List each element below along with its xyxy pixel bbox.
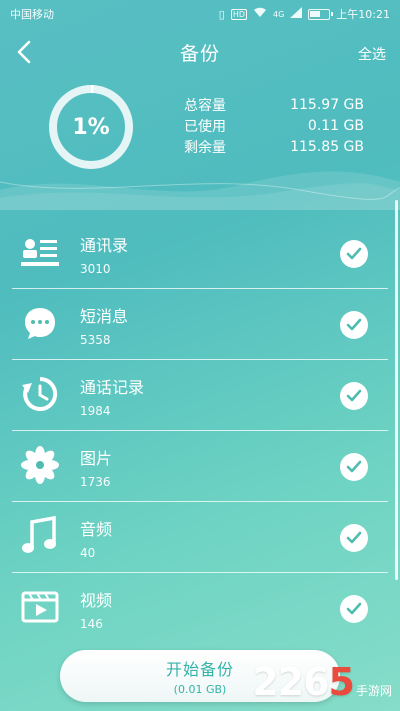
- checkbox-checked[interactable]: [340, 382, 368, 410]
- item-title: 通讯录: [80, 236, 129, 255]
- item-count: 40: [80, 546, 96, 560]
- network-type: 4G: [273, 9, 285, 19]
- music-icon: [20, 516, 60, 556]
- wifi-icon: [253, 7, 267, 21]
- check-icon: [346, 602, 362, 615]
- stat-free: 剩余量 115.85 GB: [184, 136, 364, 157]
- list-item-contacts[interactable]: 通讯录 3010: [12, 218, 388, 289]
- video-icon: [20, 587, 60, 627]
- status-indicators: ▯ HD 4G 上午10:21: [219, 6, 390, 22]
- usage-percent: 1%: [72, 114, 110, 140]
- check-icon: [346, 531, 362, 544]
- watermark-number-last: 5: [328, 660, 355, 704]
- stat-total: 总容量 115.97 GB: [184, 94, 364, 115]
- vibrate-icon: ▯: [218, 7, 225, 21]
- signal-icon: [290, 7, 303, 21]
- list-item-video[interactable]: 视频 146: [12, 573, 388, 644]
- picture-icon: [20, 445, 60, 485]
- item-count: 1736: [80, 475, 111, 489]
- page-title: 备份: [179, 42, 220, 65]
- stat-label: 剩余量: [184, 139, 226, 156]
- status-bar: 中国移动 ▯ HD 4G 上午10:21: [0, 0, 400, 28]
- battery-icon: [308, 8, 334, 20]
- stat-label: 总容量: [184, 97, 226, 114]
- message-icon: [20, 303, 60, 343]
- stat-value: 115.97 GB: [290, 96, 364, 113]
- check-icon: [346, 318, 362, 331]
- item-title: 通话记录: [80, 378, 145, 397]
- chevron-left-icon: [17, 40, 31, 64]
- checkbox-checked[interactable]: [340, 453, 368, 481]
- check-icon: [346, 247, 362, 260]
- storage-stats: 总容量 115.97 GB 已使用 0.11 GB 剩余量 115.85 GB: [184, 94, 364, 157]
- item-count: 3010: [80, 262, 111, 276]
- stat-used: 已使用 0.11 GB: [184, 115, 364, 136]
- item-title: 音频: [80, 520, 113, 539]
- stat-value: 0.11 GB: [307, 117, 364, 134]
- watermark-text: 手游网: [355, 684, 392, 698]
- item-title: 视频: [80, 591, 113, 610]
- stat-value: 115.85 GB: [290, 138, 364, 155]
- back-button[interactable]: [10, 38, 38, 66]
- wave-decoration: [0, 171, 400, 210]
- watermark-logo: 2265 手游网: [252, 660, 392, 704]
- check-icon: [346, 389, 362, 402]
- select-all-button[interactable]: 全选: [358, 44, 386, 64]
- call-log-icon: [20, 374, 60, 414]
- stat-label: 已使用: [184, 118, 226, 135]
- list-item-messages[interactable]: 短消息 5358: [12, 289, 388, 360]
- list-item-pictures[interactable]: 图片 1736: [12, 431, 388, 502]
- item-count: 1984: [80, 404, 111, 418]
- clock: 上午10:21: [336, 8, 390, 21]
- checkbox-checked[interactable]: [340, 595, 368, 623]
- hd-badge: HD: [230, 8, 247, 20]
- list-item-call-log[interactable]: 通话记录 1984: [12, 360, 388, 431]
- backup-size-label: (0.01 GB): [173, 683, 227, 696]
- item-count: 146: [80, 617, 103, 631]
- checkbox-checked[interactable]: [340, 524, 368, 552]
- start-backup-label: 开始备份: [165, 660, 234, 679]
- check-icon: [346, 460, 362, 473]
- checkbox-checked[interactable]: [340, 311, 368, 339]
- carrier-label: 中国移动: [10, 8, 54, 21]
- item-title: 短消息: [80, 307, 129, 326]
- contacts-icon: [20, 232, 60, 272]
- list-item-audio[interactable]: 音频 40: [12, 502, 388, 573]
- item-title: 图片: [80, 449, 113, 468]
- watermark-number: 2265: [252, 660, 355, 704]
- checkbox-checked[interactable]: [340, 240, 368, 268]
- watermark-number-prefix: 226: [252, 660, 329, 704]
- title-bar: 备份 全选: [0, 32, 400, 72]
- backup-category-list: 通讯录 3010 短消息 5358 通话记录 1984 图片 1736 音频 4…: [0, 218, 400, 644]
- item-count: 5358: [80, 333, 111, 347]
